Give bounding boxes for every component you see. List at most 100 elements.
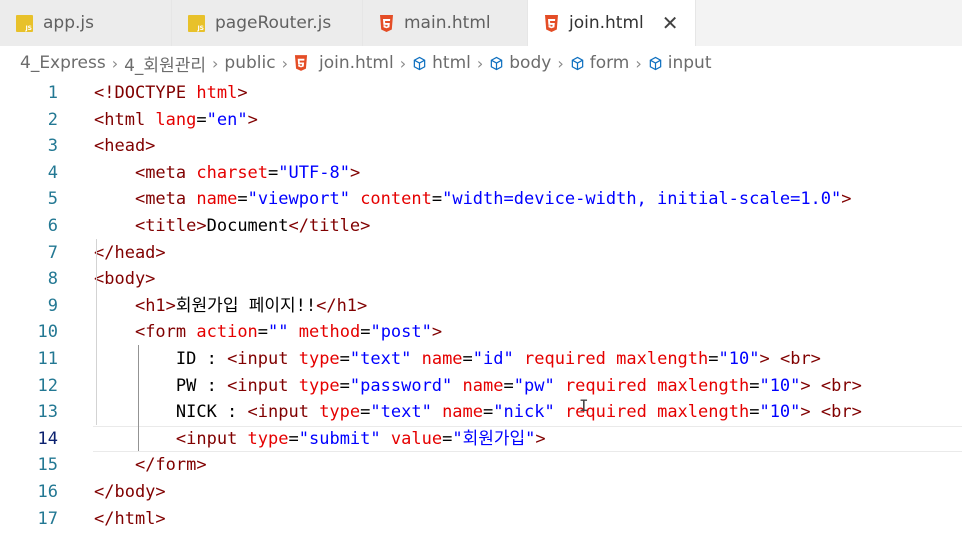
code-token: <br> [820,402,862,423]
breadcrumb-item-symbol[interactable]: html [412,53,471,73]
symbol-cube-icon [491,56,503,70]
code-line[interactable]: 11 ID : <input type="text" name="id" req… [0,346,962,373]
symbol-cube-icon [571,56,583,70]
code-line[interactable]: 13 NICK : <input type="text" name="nick"… [0,399,962,426]
line-number: 6 [47,216,58,236]
code-token: <!DOCTYPE [94,83,197,103]
code-line[interactable]: 7 </head> [0,240,962,267]
code-token: 회원가입 페이지!! [175,295,317,316]
code-token: html [196,83,238,103]
code-token: = [257,322,269,343]
symbol-cube-icon [413,56,426,70]
close-icon[interactable]: ✕ [662,11,679,35]
html5-file-icon [379,14,394,32]
code-line[interactable]: 3 <head> [0,133,962,160]
code-editor[interactable]: 17 </html> 16 </body> 15 </form> 14 <input ty… [0,80,962,541]
tab-join-html[interactable]: join.html ✕ [528,0,696,46]
breadcrumb-item-file[interactable]: join.html [294,53,394,73]
code-token: "10" [759,375,801,396]
line-number: 1 [47,83,58,103]
breadcrumb-item[interactable]: 4_회원관리 [124,51,206,76]
tab-label: join.html [569,13,644,33]
code-token: required [524,349,606,369]
code-token: maxlength [657,402,750,423]
line-number: 12 [37,375,58,396]
code-text: <h1>회원가입 페이지!!</h1> [94,293,367,320]
code-line[interactable]: 12 PW : <input type="password" name="pw"… [0,373,962,400]
chevron-right-icon: › [635,53,642,73]
breadcrumb-item-symbol[interactable]: body [489,53,551,73]
code-line[interactable]: 6 <title>Document</title> [0,213,962,240]
tab-pagerouter-js[interactable]: pageRouter.js [172,0,363,46]
code-token: NICK : [94,402,248,423]
code-line[interactable]: 4 <meta charset="UTF-8"> [0,160,962,187]
code-token: "" [268,322,289,343]
code-line[interactable]: 2 <html lang="en"> [0,107,962,134]
code-token: content [360,189,432,210]
code-line[interactable]: 15 </form> [0,452,962,479]
line-number: 2 [47,109,58,130]
code-token: <head> [94,136,156,157]
chevron-right-icon: › [399,53,407,73]
code-token: required [564,375,647,396]
code-token: "nick" [493,402,555,423]
code-token: > [800,375,811,396]
indent-guide-active [138,345,139,451]
code-token: > [535,428,546,449]
line-number: 15 [37,455,58,476]
code-token: = [749,402,760,423]
code-token: "viewport" [247,189,350,210]
line-number: 16 [37,482,58,502]
code-text: ID : <input type="text" name="id" requir… [94,346,821,373]
chevron-right-icon: › [212,53,219,73]
code-token: <form [134,322,197,343]
line-number: 4 [47,162,58,183]
code-text: <input type="submit" value="회원가입"> [94,426,546,453]
breadcrumb-item[interactable]: public [224,53,275,73]
breadcrumb-item[interactable]: 4_Express [20,53,106,73]
breadcrumb-item-symbol[interactable]: input [648,53,712,73]
code-token: > [800,402,811,423]
breadcrumb-item-symbol[interactable]: form [570,53,629,73]
code-line[interactable]: 5 <meta name="viewport" content="width=d… [0,186,962,213]
tab-main-html[interactable]: main.html [363,0,528,46]
line-number: 5 [47,189,58,210]
code-token: "post" [370,322,432,343]
code-text: <form action="" method="post"> [94,319,442,346]
code-line[interactable]: 16 </body> [0,479,962,506]
code-token: required [564,402,647,423]
code-line[interactable]: 17 </html> [0,506,962,533]
mouse-ibeam-cursor: I [579,396,589,415]
code-token: <body> [94,269,156,290]
code-token: action [196,322,258,343]
symbol-cube-icon [649,56,662,70]
code-line[interactable]: 10 <form action="" method="post"> [0,319,962,346]
code-token: "width=device-width, initial-scale=1.0" [442,189,842,210]
code-line[interactable]: 9 <h1>회원가입 페이지!!</h1> [0,293,962,320]
code-token: <input [175,428,248,449]
indent-guide [96,239,97,425]
chevron-right-icon: › [281,53,288,73]
tab-app-js[interactable]: app.js [0,0,172,46]
code-line[interactable]: 8 <body> [0,266,962,293]
code-token: </form> [134,455,207,476]
code-token: = [339,375,350,396]
code-line[interactable]: 14 <input type="submit" value="회원가입"> [0,425,962,453]
code-token: charset [196,162,269,183]
line-number: 13 [37,402,58,423]
code-token: <br> [779,349,821,369]
code-token: <input [227,375,299,396]
code-line[interactable]: 1 <!DOCTYPE html> [0,80,962,107]
code-token: </body> [94,482,166,502]
code-token: "text" [349,349,412,369]
